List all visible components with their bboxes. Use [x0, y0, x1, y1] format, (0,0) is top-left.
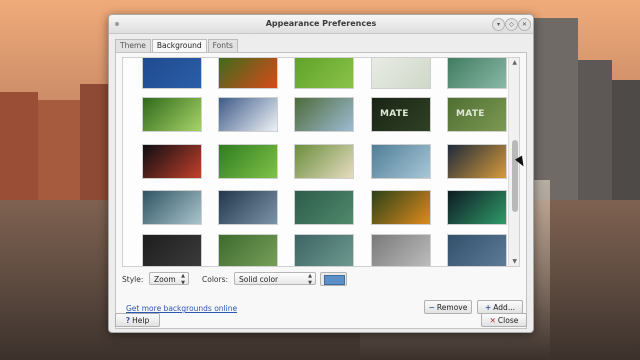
tab-background[interactable]: Background — [151, 39, 207, 53]
wallpaper-thumbnail-blue-waves[interactable] — [371, 144, 431, 179]
style-value: Zoom — [154, 275, 176, 284]
wallpaper-thumbnail-green-leaf-light[interactable] — [142, 97, 202, 132]
background-panel: MATE MATE ▲ ▼ Style: Zoom ▲ ▼ Colors: Soli… — [115, 52, 527, 329]
style-select[interactable]: Zoom ▲ ▼ — [149, 272, 189, 286]
maximize-button[interactable]: ◇ — [505, 18, 518, 31]
wallpaper-thumbnail-green-gradient[interactable] — [447, 58, 507, 89]
wallpaper-thumbnail-orange-bokeh[interactable] — [371, 190, 431, 225]
more-backgrounds-link[interactable]: Get more backgrounds online — [126, 304, 237, 313]
remove-button[interactable]: − Remove — [424, 300, 472, 314]
chevron-down-icon: ▾ — [496, 21, 500, 28]
building-right-3 — [612, 80, 640, 200]
restore-icon: ◇ — [509, 21, 514, 28]
wallpaper-gallery[interactable]: MATE MATE ▲ ▼ — [122, 57, 520, 267]
wallpaper-thumbnail-sunset-landscape[interactable] — [447, 144, 507, 179]
wallpaper-thumbnail-mate-dark[interactable]: MATE — [371, 97, 431, 132]
minimize-button[interactable]: ▾ — [492, 18, 505, 31]
colors-select[interactable]: Solid color ▲ ▼ — [234, 272, 316, 286]
wallpaper-thumbnail-snowy-mountains[interactable] — [218, 97, 278, 132]
wallpaper-thumbnail-partial-blue[interactable] — [447, 234, 507, 266]
wallpaper-thumbnail-partial-dark[interactable] — [142, 234, 202, 266]
scroll-down-icon[interactable]: ▼ — [512, 258, 517, 265]
updown-arrows-icon: ▲ ▼ — [308, 273, 312, 286]
appearance-preferences-window: Appearance Preferences ▾ ◇ ✕ Theme Backg… — [108, 14, 534, 333]
wallpaper-thumbnail-partial-gray[interactable] — [371, 234, 431, 266]
wallpaper-thumbnail-partial-teal[interactable] — [294, 234, 354, 266]
wallpaper-thumbnail-teal-wave[interactable] — [142, 190, 202, 225]
close-icon: ✕ — [521, 21, 528, 28]
wallpaper-thumbnail-partial-green[interactable] — [218, 234, 278, 266]
building-left-2 — [38, 100, 80, 200]
wallpaper-thumbnail-red-flower[interactable] — [218, 58, 278, 89]
plus-icon: + — [485, 303, 492, 312]
wallpaper-thumbnail-mountain-lake[interactable] — [294, 97, 354, 132]
wallpaper-thumbnail-aurora[interactable] — [447, 190, 507, 225]
close-icon: ✕ — [489, 316, 496, 325]
close-window-button[interactable]: ✕ — [518, 18, 531, 31]
add-button[interactable]: + Add... — [477, 300, 523, 314]
wallpaper-thumbnail-blue-texture[interactable] — [142, 58, 202, 89]
color-picker-button[interactable] — [320, 272, 347, 286]
building-right-2 — [578, 60, 612, 200]
window-title: Appearance Preferences — [265, 19, 377, 28]
scroll-up-icon[interactable]: ▲ — [512, 59, 517, 66]
titlebar[interactable]: Appearance Preferences ▾ ◇ ✕ — [109, 15, 533, 34]
colors-label: Colors: — [202, 275, 229, 284]
tab-bar: Theme Background Fonts — [115, 39, 239, 53]
wallpaper-thumbnail-mate-light-logo[interactable] — [371, 58, 431, 89]
scrollbar-thumb[interactable] — [512, 140, 518, 212]
mate-logo-text: MATE — [456, 109, 485, 119]
updown-arrows-icon: ▲ ▼ — [181, 273, 185, 286]
color-swatch — [324, 275, 345, 285]
minus-icon: − — [428, 303, 435, 312]
tab-fonts[interactable]: Fonts — [207, 39, 238, 52]
wallpaper-thumbnail-tropical-beach[interactable] — [294, 144, 354, 179]
help-icon: ? — [125, 316, 131, 325]
mate-logo-text: MATE — [380, 109, 409, 119]
close-button[interactable]: ✕ Close — [481, 313, 527, 327]
wallpaper-thumbnail-stormy-sky[interactable] — [218, 190, 278, 225]
building-left — [0, 92, 38, 200]
style-label: Style: — [122, 275, 144, 284]
tab-theme[interactable]: Theme — [115, 39, 151, 52]
wallpaper-thumbnail-green-stripes[interactable] — [294, 190, 354, 225]
wallpaper-thumbnail-green-leaf-dew[interactable] — [218, 144, 278, 179]
building-left-3 — [80, 84, 108, 200]
wallpaper-thumbnail-bokeh-lights[interactable] — [142, 144, 202, 179]
help-button[interactable]: ? Help — [115, 313, 160, 327]
building-right — [532, 18, 578, 200]
wallpaper-thumbnail-mate-green[interactable]: MATE — [447, 97, 507, 132]
colors-value: Solid color — [239, 275, 279, 284]
wallpaper-thumbnail-green-grass[interactable] — [294, 58, 354, 89]
